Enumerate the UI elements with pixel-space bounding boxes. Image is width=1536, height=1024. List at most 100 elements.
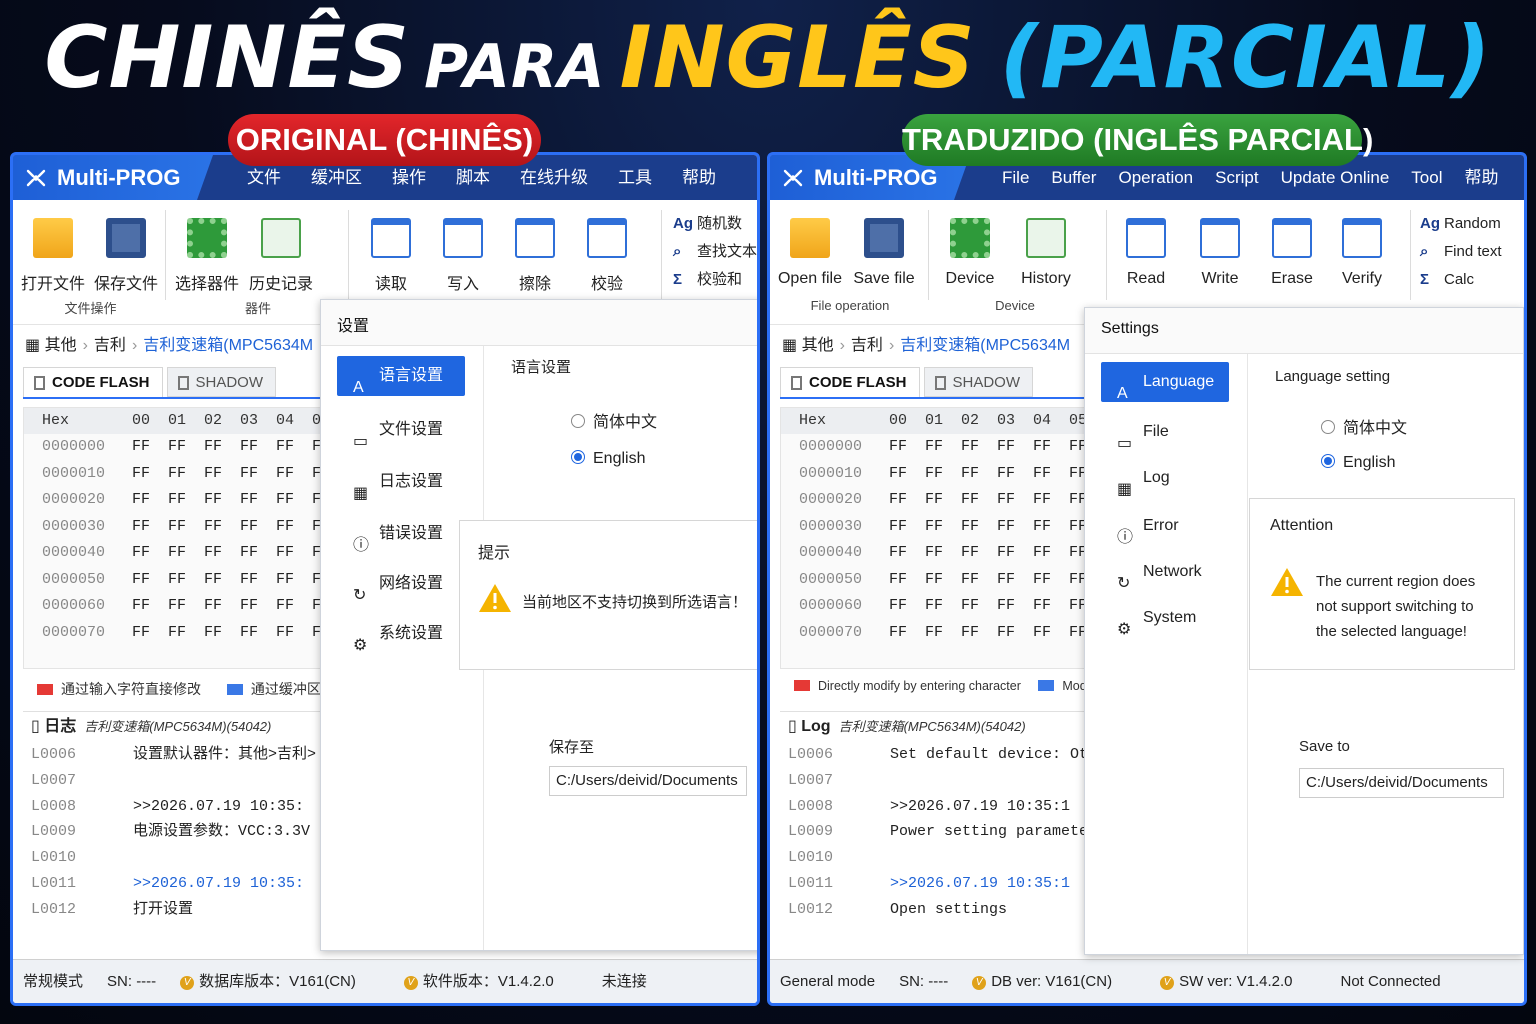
checksum-button[interactable]: Σ Calc <box>1420 266 1502 294</box>
legend-swatch-blue <box>1038 680 1055 691</box>
nav-log[interactable]: ▦ 日志设置 <box>337 462 465 502</box>
alert-message: 当前地区不支持切换到所选语言！ <box>522 594 748 611</box>
log-title: 日志 <box>44 718 77 735</box>
hex-bytes: FF FF FF FF FF FF <box>132 597 331 614</box>
history-button[interactable]: History <box>1008 218 1084 288</box>
log-line-number: L0011 <box>788 874 834 892</box>
legend-swatch-red <box>37 684 53 695</box>
find-text-button[interactable]: ⌕ 查找文本 <box>673 238 757 266</box>
menu-update-online[interactable]: Update Online <box>1281 168 1390 187</box>
menu-operation[interactable]: 操作 <box>392 168 426 187</box>
search-icon: ⌕ <box>673 243 682 260</box>
write-button[interactable]: Write <box>1182 218 1258 288</box>
select-device-button[interactable]: 选择器件 <box>169 218 245 294</box>
menu-script[interactable]: 脚本 <box>456 168 490 187</box>
hex-bytes: FF FF FF FF FF FF <box>889 623 1088 641</box>
nav-error[interactable]: ⓘ 错误设置 <box>337 514 465 554</box>
verify-button[interactable]: Verify <box>1324 218 1400 288</box>
radio-english[interactable]: English <box>1321 454 1395 472</box>
history-button[interactable]: 历史记录 <box>243 218 319 294</box>
toolbar-divider <box>928 210 929 300</box>
menu-tools[interactable]: 工具 <box>618 168 652 187</box>
breadcrumb-item[interactable]: 其他 <box>802 337 834 354</box>
tab-shadow[interactable]: SHADOW <box>923 367 1033 397</box>
log-line-number: L0009 <box>31 823 77 841</box>
nav-error[interactable]: ⓘ Error <box>1101 506 1229 546</box>
app-name: Multi-PROG <box>814 165 938 190</box>
log-line-number: L0006 <box>788 746 834 763</box>
save-file-button[interactable]: Save file <box>846 218 922 288</box>
open-file-button[interactable]: 打开文件 <box>15 218 91 294</box>
menu-script[interactable]: Script <box>1215 168 1258 187</box>
save-path-input[interactable]: C:/Users/deivid/Documents <box>549 766 747 796</box>
nav-network[interactable]: ↻ Network <box>1101 552 1229 592</box>
save-file-label: Save file <box>853 270 915 287</box>
radio-simplified-chinese[interactable]: 简体中文 <box>571 408 657 432</box>
log-line-number: L0006 <box>31 746 77 763</box>
nav-file[interactable]: ▭ File <box>1101 412 1229 452</box>
breadcrumb-item[interactable]: 吉利 <box>851 337 883 354</box>
erase-button[interactable]: Erase <box>1254 218 1330 288</box>
menu-file[interactable]: File <box>1002 168 1029 187</box>
original-label: ORIGINAL (CHINÊS) <box>228 114 541 166</box>
hex-address: 0000000 <box>799 438 863 455</box>
read-button[interactable]: Read <box>1108 218 1184 288</box>
app-brand: Multi-PROG <box>13 155 213 200</box>
floppy-icon <box>106 218 146 258</box>
menu-buffer[interactable]: 缓冲区 <box>311 168 362 187</box>
find-text-label: 查找文本 <box>697 243 758 260</box>
nav-file[interactable]: ▭ 文件设置 <box>337 410 465 450</box>
open-file-button[interactable]: Open file <box>772 218 848 288</box>
nav-system[interactable]: ⚙ 系统设置 <box>337 614 465 654</box>
log-device: 吉利变速箱(MPC5634M)(54042) <box>84 719 272 734</box>
breadcrumb: ▦ 其他 › 吉利 › 吉利变速箱(MPC5634M <box>25 331 313 355</box>
toolbar-divider <box>1106 210 1107 300</box>
erase-button[interactable]: 擦除 <box>497 218 573 294</box>
select-device-button[interactable]: Device <box>932 218 1008 288</box>
find-text-button[interactable]: ⌕ Find text <box>1420 238 1502 266</box>
breadcrumb-current[interactable]: 吉利变速箱(MPC5634M <box>900 337 1070 354</box>
nav-log[interactable]: ▦ Log <box>1101 458 1229 498</box>
language-section-title: Language setting <box>1275 368 1391 385</box>
tab-shadow[interactable]: SHADOW <box>166 367 276 397</box>
radio-simplified-chinese[interactable]: 简体中文 <box>1321 414 1407 438</box>
hex-address: 0000020 <box>42 491 106 508</box>
write-icon <box>443 218 483 258</box>
nav-network[interactable]: ↻ 网络设置 <box>337 564 465 604</box>
hex-bytes: FF FF FF FF FF FF <box>889 570 1088 588</box>
random-button[interactable]: Ag 随机数 <box>673 210 757 238</box>
hex-bytes: FF FF FF FF FF FF <box>132 438 331 455</box>
folder-outline-icon: ▭ <box>1117 435 1133 452</box>
legend-buffer: 通过缓冲区 <box>250 681 321 697</box>
radio-english[interactable]: English <box>571 450 645 468</box>
menu-file[interactable]: 文件 <box>247 168 281 187</box>
menu-tools[interactable]: Tool <box>1411 168 1442 187</box>
nav-label: Log <box>1143 469 1170 486</box>
breadcrumb-item[interactable]: 吉利 <box>94 337 126 354</box>
nav-language[interactable]: A Language <box>1101 362 1229 402</box>
tab-code-flash[interactable]: CODE FLASH <box>23 367 163 397</box>
checksum-button[interactable]: Σ 校验和 <box>673 266 757 294</box>
tab-code-flash[interactable]: CODE FLASH <box>780 367 920 397</box>
read-button[interactable]: 读取 <box>353 218 429 294</box>
menu-help[interactable]: 帮助 <box>682 168 716 187</box>
menu-buffer[interactable]: Buffer <box>1051 168 1096 187</box>
menu-operation[interactable]: Operation <box>1118 168 1193 187</box>
menu-help[interactable]: 帮助 <box>1464 168 1498 187</box>
verify-button[interactable]: 校验 <box>569 218 645 294</box>
random-button[interactable]: Ag Random <box>1420 210 1502 238</box>
nav-language[interactable]: A 语言设置 <box>337 356 465 396</box>
menu-update-online[interactable]: 在线升级 <box>520 168 588 187</box>
dialog-nav-divider <box>1247 354 1248 954</box>
tab-label: CODE FLASH <box>52 374 150 391</box>
tab-label: CODE FLASH <box>809 374 907 391</box>
eye-icon <box>1342 218 1382 258</box>
breadcrumb-current[interactable]: 吉利变速箱(MPC5634M <box>143 337 313 354</box>
breadcrumb-item[interactable]: 其他 <box>45 337 77 354</box>
log-title: Log <box>801 718 831 735</box>
save-path-input[interactable]: C:/Users/deivid/Documents <box>1299 768 1504 798</box>
write-button[interactable]: 写入 <box>425 218 501 294</box>
save-file-button[interactable]: 保存文件 <box>88 218 164 294</box>
nav-system[interactable]: ⚙ System <box>1101 598 1229 638</box>
chevron-right-icon: › <box>82 337 88 354</box>
